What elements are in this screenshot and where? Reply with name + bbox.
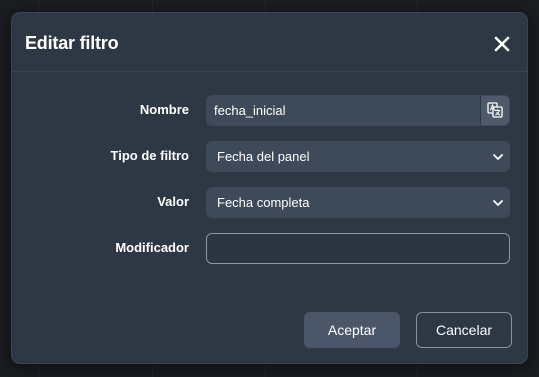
value-label: Valor (157, 194, 189, 209)
modifier-row: Modificador (12, 233, 527, 264)
value-select[interactable]: Fecha completa (206, 187, 510, 218)
name-input[interactable]: fecha_inicial (206, 95, 510, 126)
close-icon (494, 36, 510, 52)
dialog-title: Editar filtro (25, 33, 119, 53)
modifier-input[interactable] (206, 233, 510, 264)
translate-icon (487, 102, 503, 118)
value-selected: Fecha completa (217, 195, 310, 210)
cancel-button[interactable]: Cancelar (416, 312, 512, 348)
modifier-label: Modificador (115, 240, 189, 255)
name-input-value: fecha_inicial (214, 103, 286, 118)
edit-filter-dialog: Editar filtro Nombre fecha_inicial Tipo … (11, 12, 528, 364)
filter-type-selected: Fecha del panel (217, 149, 310, 164)
filter-type-label: Tipo de filtro (110, 148, 189, 163)
chevron-down-icon (493, 200, 503, 206)
name-row: Nombre fecha_inicial (12, 95, 527, 126)
name-label: Nombre (139, 102, 189, 117)
filter-type-row: Tipo de filtro Fecha del panel (12, 141, 527, 172)
dialog-header: Editar filtro (12, 13, 527, 72)
chevron-down-icon (493, 154, 503, 160)
close-button[interactable] (491, 33, 513, 55)
translate-button[interactable] (480, 96, 509, 125)
filter-type-select[interactable]: Fecha del panel (206, 141, 510, 172)
accept-button[interactable]: Aceptar (304, 312, 400, 348)
value-row: Valor Fecha completa (12, 187, 527, 218)
